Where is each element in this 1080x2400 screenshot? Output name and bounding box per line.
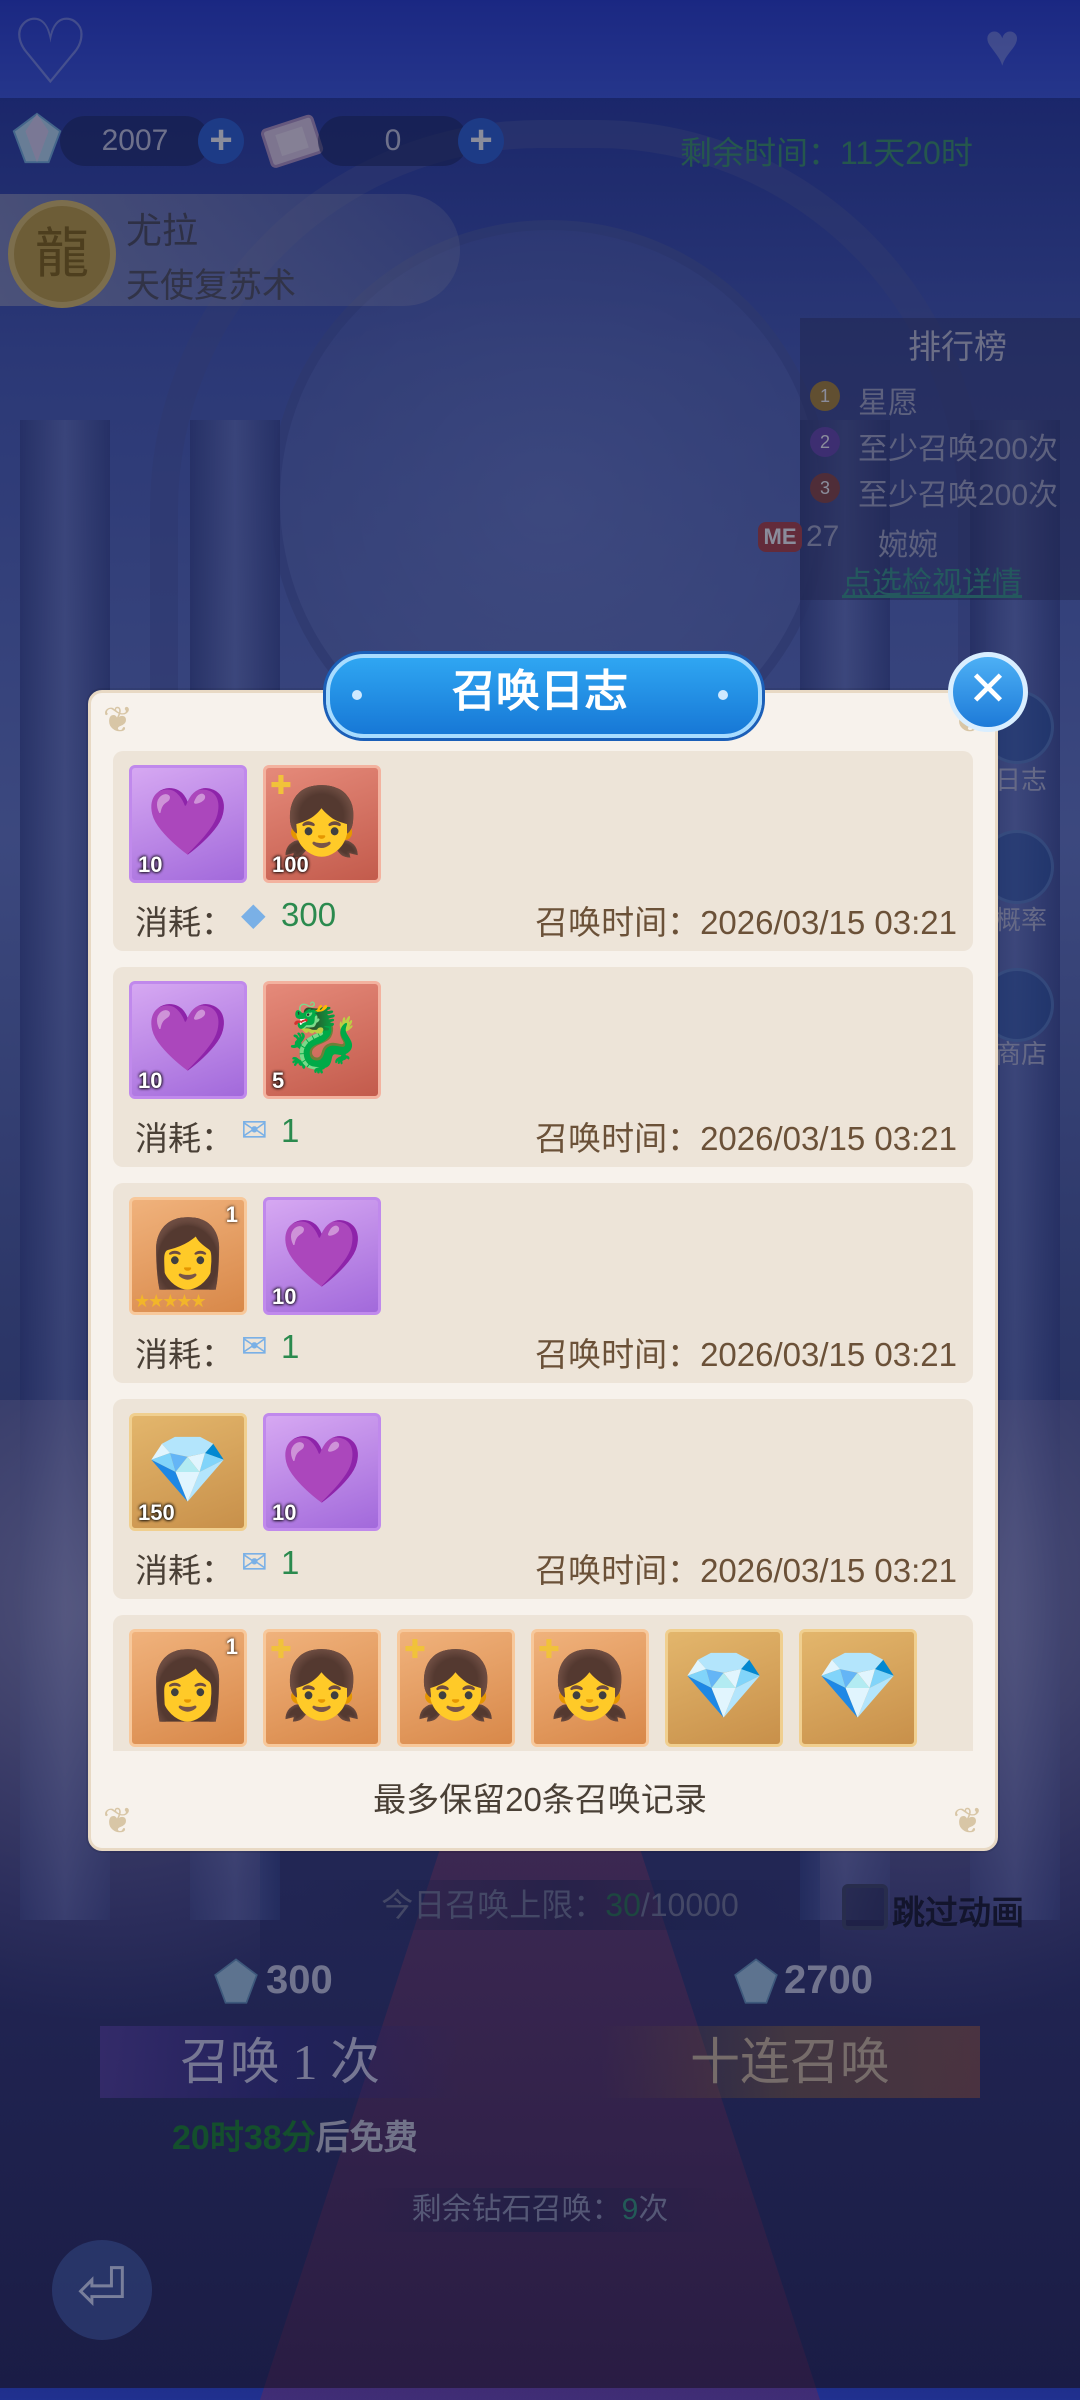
puzzle-piece-icon: ✚ [270, 770, 292, 800]
ticket-icon: ✉ [241, 1544, 268, 1580]
cost-label: 消耗： [135, 904, 234, 941]
cost-value: 300 [281, 896, 337, 933]
summon-record: 👩 1 👧 ✚ 👧 ✚ 👧 ✚ 💎 💎 [113, 1615, 973, 1751]
cost-value: 1 [281, 1112, 300, 1149]
ticket-icon: ✉ [241, 1328, 268, 1364]
cost-value: 1 [281, 1544, 300, 1581]
heart-crystal-item[interactable]: 💜 10 [263, 1197, 381, 1315]
summon-record: 👩 1 ★★★★★ 💜 10 消耗： ✉ 1 召唤时间：2026/03/15 03:21 [113, 1183, 973, 1383]
cost-label: 消耗： [135, 1552, 234, 1589]
cost-value: 1 [281, 1328, 300, 1365]
character-fragment-item[interactable]: 👧 ✚ [397, 1629, 515, 1747]
star-rating: ★★★★★ [134, 1291, 207, 1311]
heart-crystal-item[interactable]: 💜 10 [129, 765, 247, 883]
heart-crystal-item[interactable]: 💜 10 [129, 981, 247, 1099]
diamond-pile-item[interactable]: 💎 [799, 1629, 917, 1747]
summon-time: 召唤时间：2026/03/15 03:21 [535, 904, 957, 941]
ticket-icon: ✉ [241, 1112, 268, 1148]
character-fragment-item[interactable]: 👧 ✚ 100 [263, 765, 381, 883]
item-count: 100 [272, 852, 309, 877]
item-count: 10 [138, 852, 163, 877]
cost-label: 消耗： [135, 1336, 234, 1373]
item-count: 1 [225, 1202, 238, 1227]
close-icon[interactable]: ✕ [948, 652, 1028, 732]
item-count: 150 [138, 1500, 175, 1525]
dragon-emblem-item[interactable]: 🐉 5 [263, 981, 381, 1099]
diamond-icon: ◆ [241, 896, 266, 932]
heart-crystal-item[interactable]: 💜 10 [263, 1413, 381, 1531]
summon-time: 召唤时间：2026/03/15 03:21 [535, 1120, 957, 1157]
summon-record: 💜 10 👧 ✚ 100 消耗： ◆ 300 召唤时间：2026/03/15 03:21 [113, 751, 973, 951]
corner-ornament-icon: ❦ [102, 699, 134, 740]
summon-log-list[interactable]: 💜 10 👧 ✚ 100 消耗： ◆ 300 召唤时间：2026/03/15 03:21 💜 10 🐉… [113, 751, 973, 1751]
puzzle-piece-icon: ✚ [538, 1634, 560, 1664]
summon-record: 💜 10 🐉 5 消耗： ✉ 1 召唤时间：2026/03/15 03:21 [113, 967, 973, 1167]
character-fragment-item[interactable]: 👧 ✚ [531, 1629, 649, 1747]
summon-time: 召唤时间：2026/03/15 03:21 [535, 1336, 957, 1373]
diamond-pile-item[interactable]: 💎 150 [129, 1413, 247, 1531]
summon-record: 💎 150 💜 10 消耗： ✉ 1 召唤时间：2026/03/15 03:21 [113, 1399, 973, 1599]
diamond-pile-icon: 💎 [682, 1648, 766, 1722]
character-portrait-item[interactable]: 👩 1 ★★★★★ [129, 1197, 247, 1315]
diamond-pile-icon: 💎 [816, 1648, 900, 1722]
item-count: 10 [272, 1500, 297, 1525]
item-count: 10 [272, 1284, 297, 1309]
cost-label: 消耗： [135, 1120, 234, 1157]
puzzle-piece-icon: ✚ [270, 1634, 292, 1664]
summon-time: 召唤时间：2026/03/15 03:21 [535, 1552, 957, 1589]
character-fragment-item[interactable]: 👧 ✚ [263, 1629, 381, 1747]
record-limit-note: 最多保留20条召唤记录 [373, 1781, 707, 1818]
summon-log-modal: ❦ ❦ ❦ ❦ 💜10👧✚100消耗：◆300召唤时间：2026/03/15 0… [88, 690, 998, 1851]
diamond-pile-item[interactable]: 💎 [665, 1629, 783, 1747]
item-count: 1 [225, 1634, 238, 1659]
modal-title: 召唤日志 [452, 667, 628, 716]
item-count: 5 [272, 1068, 285, 1093]
puzzle-piece-icon: ✚ [404, 1634, 426, 1664]
item-count: 10 [138, 1068, 163, 1093]
character-portrait-item[interactable]: 👩 1 [129, 1629, 247, 1747]
